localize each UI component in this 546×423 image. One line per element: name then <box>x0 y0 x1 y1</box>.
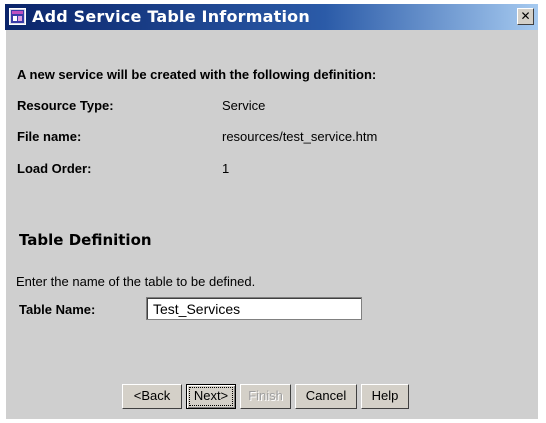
help-button[interactable]: Help <box>361 384 409 409</box>
table-name-input[interactable] <box>146 297 362 320</box>
load-order-label: Load Order: <box>17 161 92 176</box>
table-definition-heading: Table Definition <box>19 231 152 249</box>
table-instruction-text: Enter the name of the table to be define… <box>16 274 256 289</box>
intro-text: A new service will be created with the f… <box>17 67 377 82</box>
dialog-window: Add Service Table Information ✕ A new se… <box>0 0 546 423</box>
finish-button[interactable]: Finish <box>240 384 291 409</box>
dialog-body: A new service will be created with the f… <box>5 30 538 419</box>
file-name-label: File name: <box>17 129 82 144</box>
resource-type-label: Resource Type: <box>17 98 114 113</box>
file-name-value: resources/test_service.htm <box>222 129 378 144</box>
next-button[interactable]: Next> <box>186 384 236 409</box>
resource-type-value: Service <box>222 98 266 113</box>
back-button[interactable]: <Back <box>122 384 182 409</box>
app-window-icon <box>9 8 26 25</box>
window-title: Add Service Table Information <box>32 7 310 26</box>
title-bar[interactable]: Add Service Table Information ✕ <box>5 4 538 30</box>
cancel-button[interactable]: Cancel <box>295 384 357 409</box>
table-name-label: Table Name: <box>19 302 96 317</box>
load-order-value: 1 <box>222 161 230 176</box>
close-icon[interactable]: ✕ <box>517 8 534 25</box>
